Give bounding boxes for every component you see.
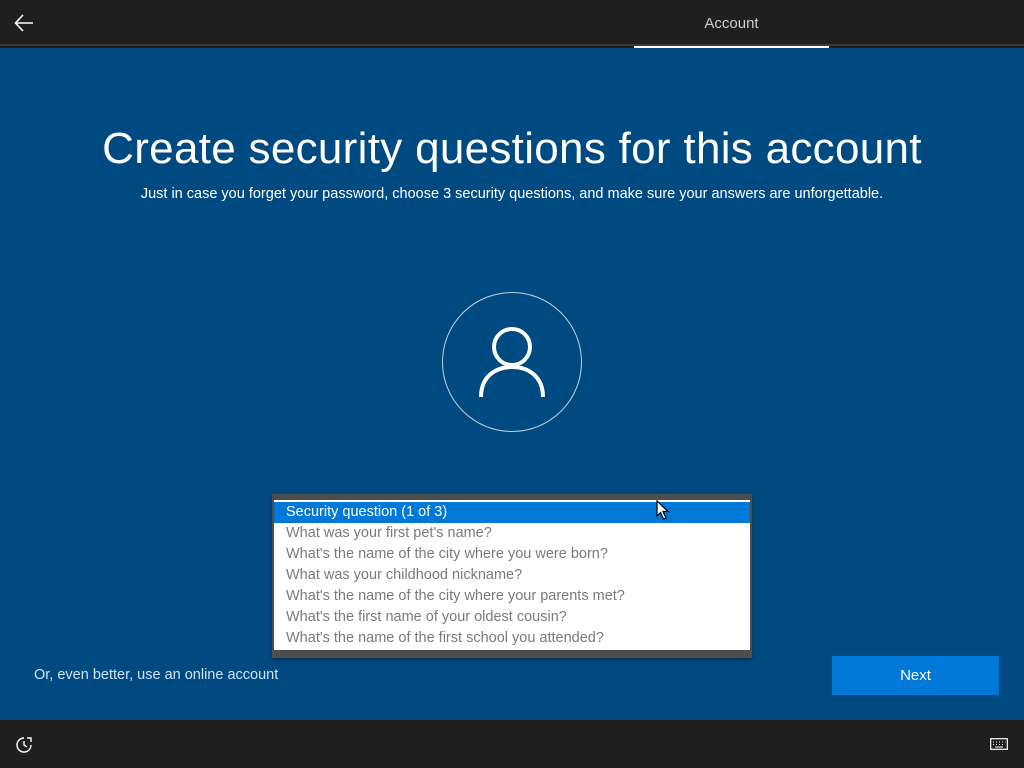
next-button[interactable]: Next (832, 656, 999, 695)
dropdown-option[interactable]: What was your childhood nickname? (274, 565, 750, 586)
dropdown-option[interactable]: What's the name of the city where your p… (274, 586, 750, 607)
user-icon (479, 327, 545, 398)
ease-of-access-button[interactable] (14, 735, 34, 755)
keyboard-icon (990, 738, 1008, 750)
ease-of-access-icon (16, 737, 32, 753)
back-arrow-icon (14, 14, 33, 32)
back-button[interactable] (8, 8, 40, 38)
tab-account[interactable]: Account (634, 0, 829, 48)
main-panel: Create security questions for this accou… (0, 48, 1024, 720)
page-subtitle: Just in case you forget your password, c… (140, 186, 884, 202)
mouse-cursor-icon (656, 500, 670, 520)
keyboard-button[interactable] (990, 737, 1010, 753)
dropdown-option[interactable]: What's the name of the first school you … (274, 628, 750, 649)
online-account-link[interactable]: Or, even better, use an online account (34, 667, 278, 683)
top-bar: Account (0, 0, 1024, 48)
bottom-bar (0, 720, 1024, 768)
security-question-dropdown[interactable]: Security question (1 of 3) What was your… (272, 494, 752, 658)
page-title: Create security questions for this accou… (102, 124, 922, 173)
dropdown-option[interactable]: Security question (1 of 3) (274, 502, 750, 523)
dropdown-option[interactable]: What's the name of the city where you we… (274, 544, 750, 565)
dropdown-option[interactable]: What's the first name of your oldest cou… (274, 607, 750, 628)
avatar (442, 292, 582, 432)
dropdown-option[interactable]: What was your first pet's name? (274, 523, 750, 544)
